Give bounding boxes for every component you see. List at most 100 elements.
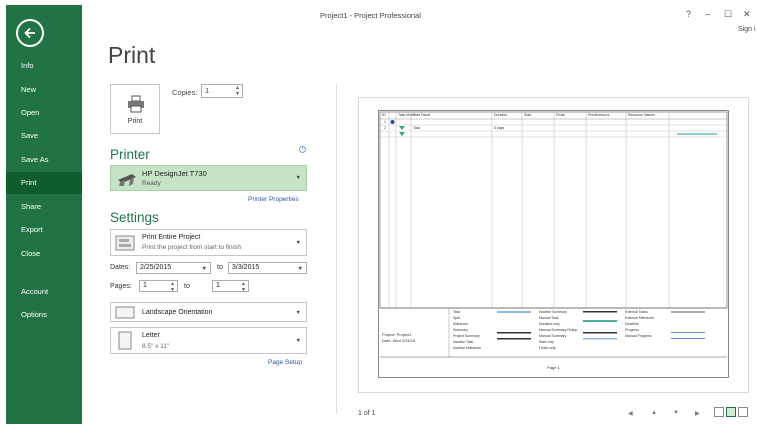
window-title: Project1 - Project Professional xyxy=(320,11,421,20)
printer-status: Ready xyxy=(142,180,161,187)
legend-item: Manual Summary Rollup xyxy=(539,328,578,332)
print-scope-select[interactable]: Print Entire Project Print the project f… xyxy=(110,229,307,256)
print-button[interactable]: Print xyxy=(110,84,160,134)
page-title: Print xyxy=(108,42,156,68)
sign-in-link[interactable]: Sign i xyxy=(738,26,756,33)
nav-item-info[interactable]: Info xyxy=(6,55,82,77)
date-to-select[interactable]: 3/3/2015 ▼ xyxy=(228,262,307,274)
date-to-label: to xyxy=(217,264,223,271)
spin-arrows-icon[interactable]: ▲ ▼ xyxy=(241,281,246,293)
legend-project: Project: Project1 xyxy=(382,332,412,337)
legend-item: Manual Task xyxy=(539,316,559,320)
minimize-button[interactable]: – xyxy=(705,9,710,19)
nav-item-share[interactable]: Share xyxy=(6,196,82,218)
chevron-down-icon: ▼ xyxy=(297,266,303,272)
nav-item-print[interactable]: Print xyxy=(6,172,82,194)
spin-arrows-icon[interactable]: ▲ ▼ xyxy=(235,85,240,97)
preview-header-cell: Predecessors xyxy=(588,113,610,117)
orientation-select[interactable]: Landscape Orientation ▼ xyxy=(110,302,307,322)
settings-heading: Settings xyxy=(110,210,159,225)
pane-divider xyxy=(336,84,337,414)
preview-header-cell: Duration xyxy=(494,113,508,117)
nav-item-open[interactable]: Open xyxy=(6,102,82,124)
date-to-value: 3/3/2015 xyxy=(232,264,260,271)
legend-item: Project Summary xyxy=(453,334,480,338)
nav-down-icon[interactable]: ▼ xyxy=(673,410,679,416)
page-from-stepper[interactable]: 1 ▲ ▼ xyxy=(139,280,178,293)
page-to-value: 1 xyxy=(216,282,220,289)
copies-value: 1 xyxy=(205,86,210,95)
dates-label: Dates: xyxy=(110,264,131,271)
print-scope-title: Print Entire Project xyxy=(142,234,201,241)
date-from-value: 2/25/2015 xyxy=(140,264,172,271)
legend-item: Finish-only xyxy=(539,346,556,350)
back-arrow-icon[interactable] xyxy=(16,19,44,47)
print-scope-desc: Print the project from start to finish xyxy=(142,244,241,251)
actual-size-icon[interactable] xyxy=(714,407,724,417)
chevron-down-icon: ▼ xyxy=(295,240,301,246)
legend-item: Inactive Milestone xyxy=(453,346,482,350)
legend-item: Milestone xyxy=(453,322,468,326)
legend-item: Manual Progress xyxy=(625,334,652,338)
legend-item: Progress xyxy=(625,328,640,332)
info-icon[interactable]: i xyxy=(299,146,306,153)
chevron-down-icon: ▼ xyxy=(295,338,301,344)
nav-item-options[interactable]: Options xyxy=(6,304,82,326)
legend-item: Inactive Summary xyxy=(539,310,568,314)
nav-item-save-as[interactable]: Save As xyxy=(6,149,82,171)
print-entire-project-icon xyxy=(115,235,135,251)
legend-item: External Milestone xyxy=(625,316,654,320)
legend-item: Inactive Task xyxy=(453,340,474,344)
legend-item: Duration-only xyxy=(539,322,560,326)
orientation-label: Landscape Orientation xyxy=(142,309,213,316)
printer-name: HP DesignJet T730 xyxy=(142,169,207,178)
printer-icon xyxy=(128,95,144,113)
paper-size-select[interactable]: Letter 8.5" x 11" ▼ xyxy=(110,327,307,354)
multiple-pages-icon[interactable] xyxy=(738,407,748,417)
legend-item: Task xyxy=(453,310,461,314)
nav-item-account[interactable]: Account xyxy=(6,281,82,303)
nav-item-export[interactable]: Export xyxy=(6,219,82,241)
copies-stepper[interactable]: 1 ▲ ▼ xyxy=(201,84,243,98)
one-page-icon[interactable] xyxy=(726,407,736,417)
page-footer: Page 1 xyxy=(547,365,560,370)
landscape-page-icon xyxy=(115,306,135,319)
portrait-page-icon xyxy=(118,331,132,350)
printer-select[interactable]: HP DesignJet T730 Ready ▼ xyxy=(110,165,307,191)
preview-row-name: Task xyxy=(413,126,421,130)
nav-right-icon[interactable]: ▶ xyxy=(695,410,700,417)
close-window-button[interactable]: ✕ xyxy=(743,9,751,20)
preview-header-cell: Start xyxy=(524,113,532,117)
page-from-value: 1 xyxy=(143,282,147,289)
preview-page: Project: Project1 Date: Wed 2/25/15 Page… xyxy=(378,110,729,378)
printer-properties-link[interactable]: Printer Properties xyxy=(248,196,299,203)
print-button-label: Print xyxy=(127,118,143,125)
legend-item: Start-only xyxy=(539,340,554,344)
preview-header-cell: Finish xyxy=(556,113,566,117)
nav-left-icon[interactable]: ◀ xyxy=(628,410,633,417)
legend-item: Manual Summary xyxy=(539,334,567,338)
spin-arrows-icon[interactable]: ▲ ▼ xyxy=(170,281,175,293)
preview-header-cell: Resource Names xyxy=(628,113,656,117)
nav-item-save[interactable]: Save xyxy=(6,125,82,147)
legend-item: External Tasks xyxy=(625,310,648,314)
nav-item-close[interactable]: Close xyxy=(6,243,82,265)
restore-button[interactable]: ☐ xyxy=(724,9,732,20)
paper-name: Letter xyxy=(142,332,160,339)
page-setup-link[interactable]: Page Setup xyxy=(268,359,302,366)
preview-row-duration: 5 days xyxy=(494,126,505,130)
help-button[interactable]: ? xyxy=(686,9,691,19)
page-to-label: to xyxy=(184,283,190,290)
paper-size: 8.5" x 11" xyxy=(142,343,170,350)
preview-header-cell: ID xyxy=(382,113,386,117)
date-from-select[interactable]: 2/25/2015 ▼ xyxy=(136,262,211,274)
chevron-down-icon: ▼ xyxy=(295,310,301,316)
nav-item-new[interactable]: New xyxy=(6,79,82,101)
page-to-stepper[interactable]: 1 ▲ ▼ xyxy=(212,280,249,293)
plotter-icon xyxy=(118,174,136,186)
legend-item: Summary xyxy=(453,328,468,332)
preview-header-cell: Task Name xyxy=(413,113,431,117)
page-count: 1 of 1 xyxy=(358,410,376,417)
legend-item: Split xyxy=(453,316,460,320)
nav-up-icon[interactable]: ▲ xyxy=(651,410,657,416)
